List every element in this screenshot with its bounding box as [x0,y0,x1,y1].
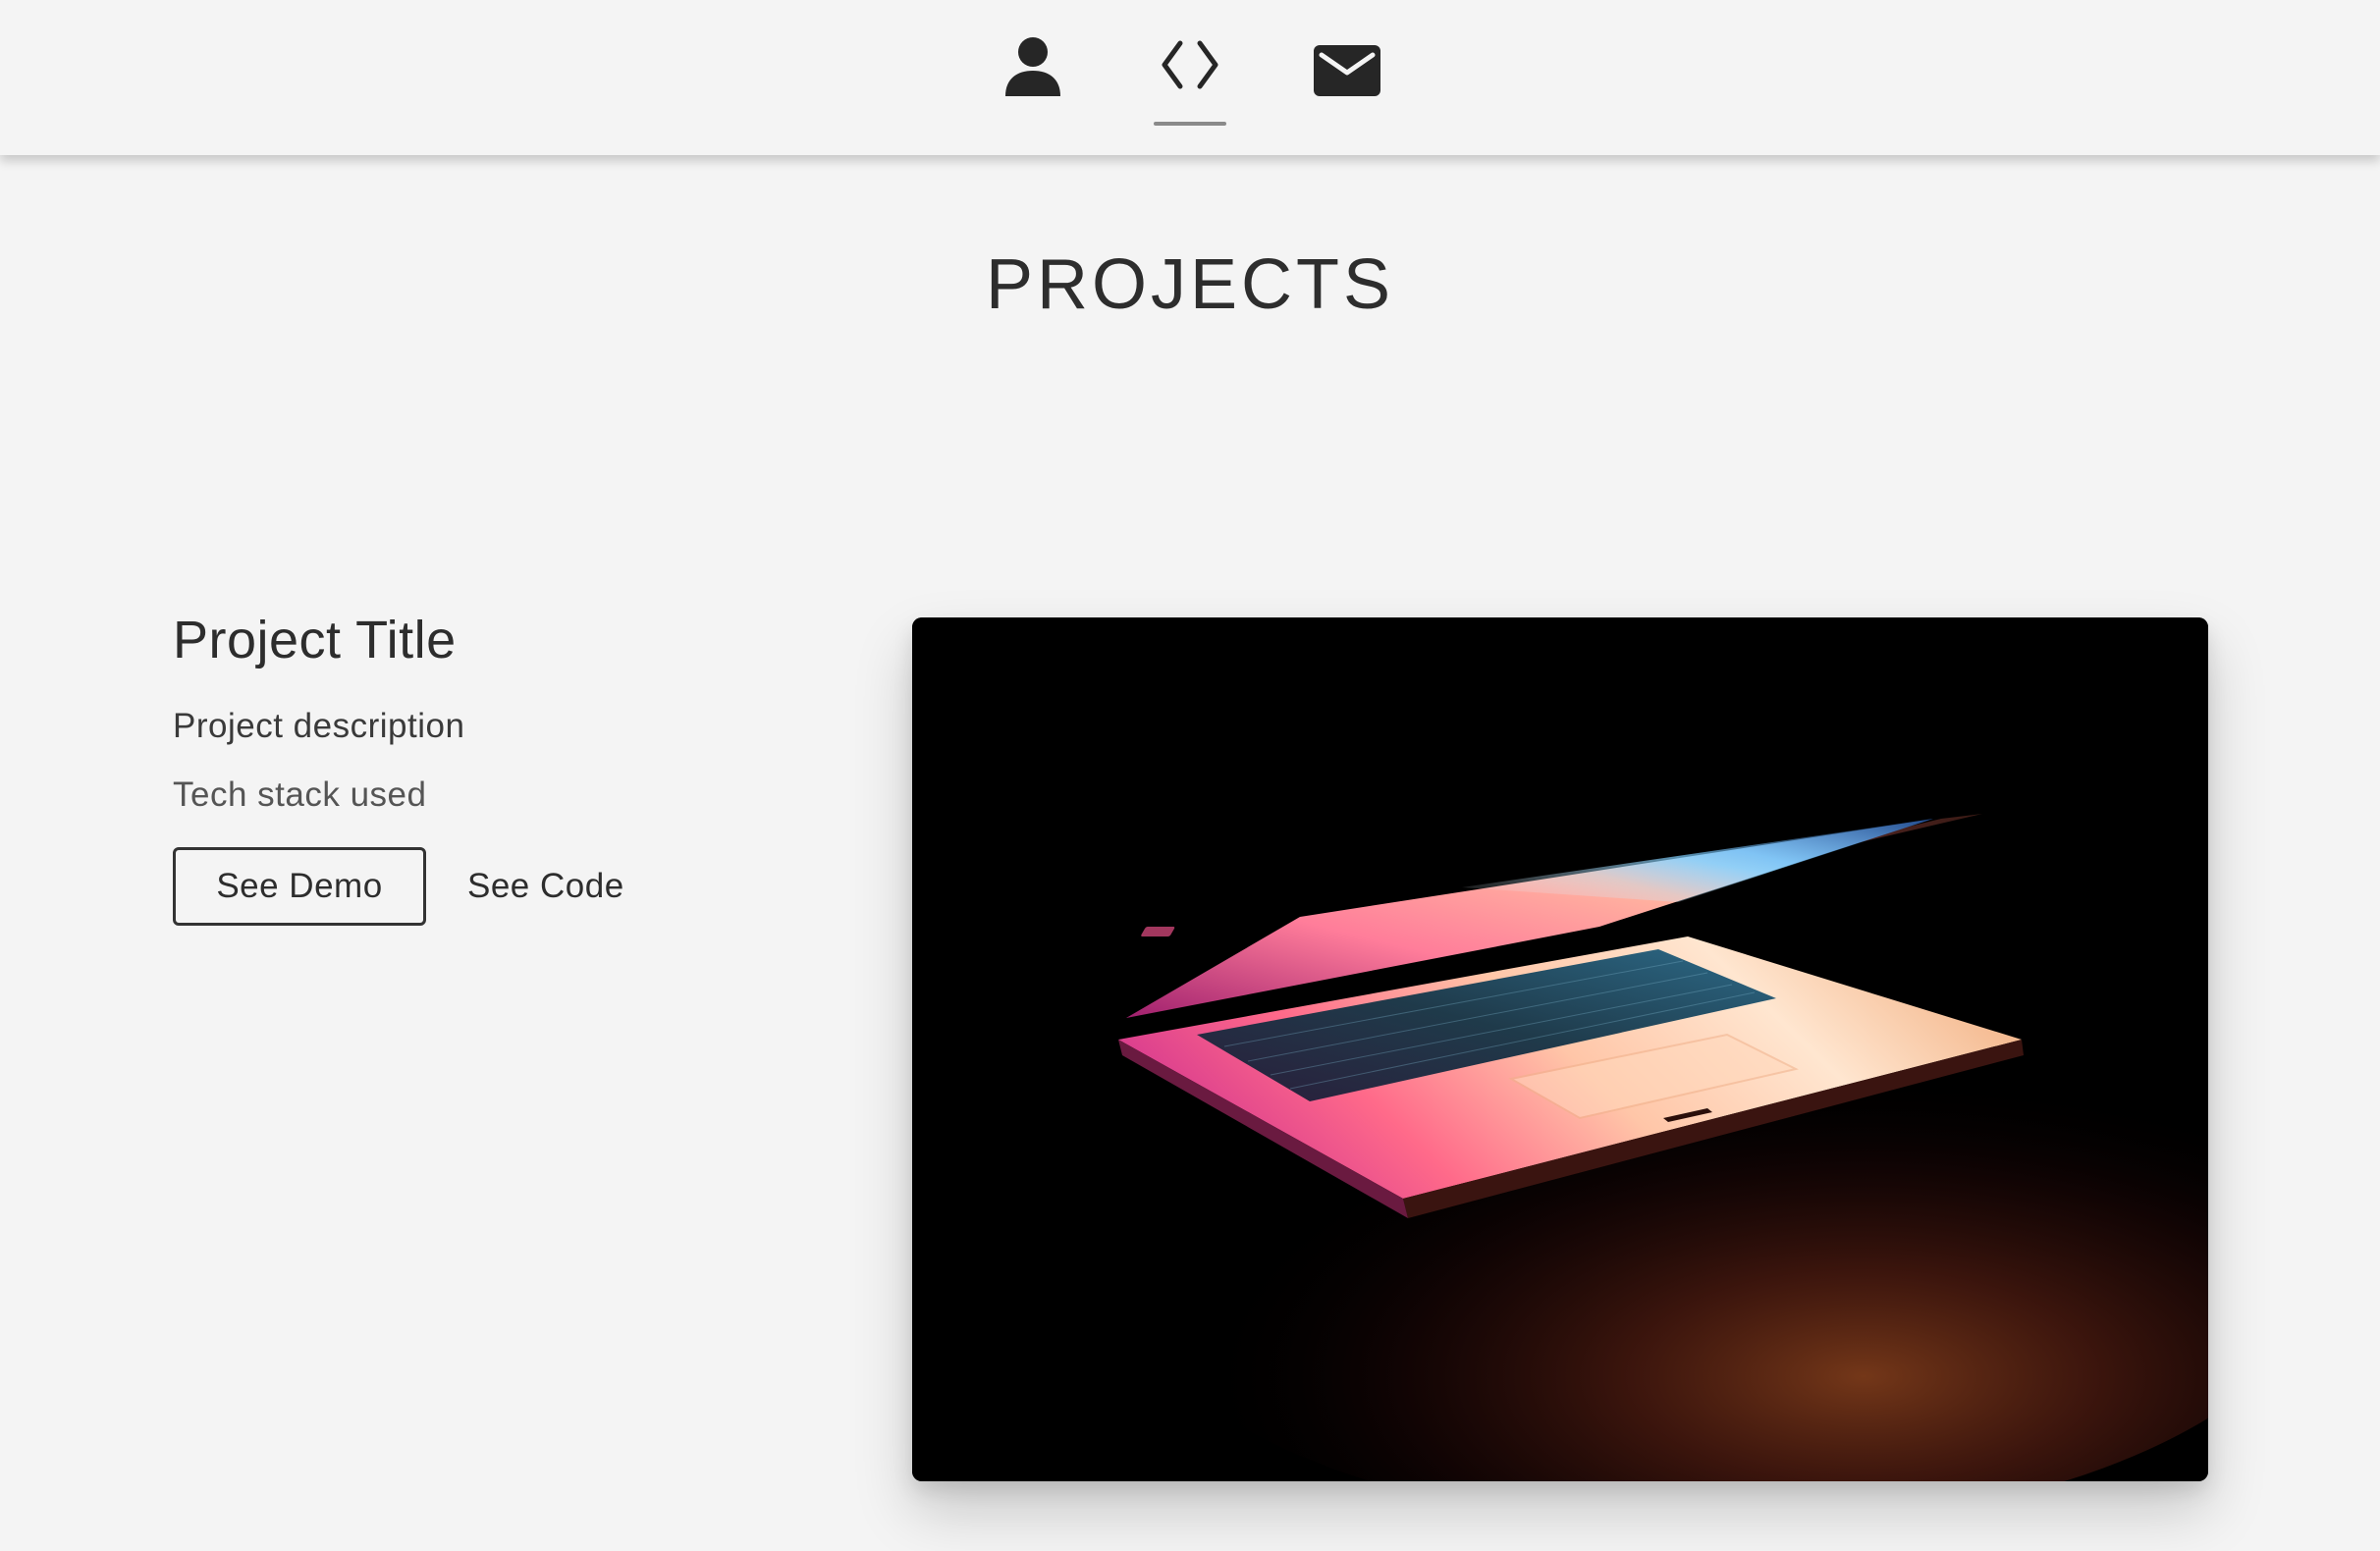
page: PROJECTS Project Title Project descripti… [0,0,2380,1551]
project-tech-stack: Tech stack used [173,776,427,814]
see-code-link[interactable]: See Code [467,847,624,926]
see-demo-button[interactable]: See Demo [173,847,426,926]
person-icon [1005,37,1060,96]
code-icon [1162,40,1218,89]
active-tab-indicator [1154,122,1226,126]
project-description: Project description [173,707,465,745]
laptop-photo [912,617,2208,1481]
nav-item-about[interactable] [994,35,1072,134]
project-card-info: Project Title Project description Tech s… [173,605,860,926]
nav-item-projects[interactable] [1151,35,1229,134]
mail-icon [1314,45,1380,96]
top-navigation-bar [0,0,2380,155]
project-title: Project Title [173,611,457,669]
section-title: PROJECTS [985,245,1395,324]
project-image [912,617,2208,1481]
nav-item-contact[interactable] [1308,35,1386,134]
